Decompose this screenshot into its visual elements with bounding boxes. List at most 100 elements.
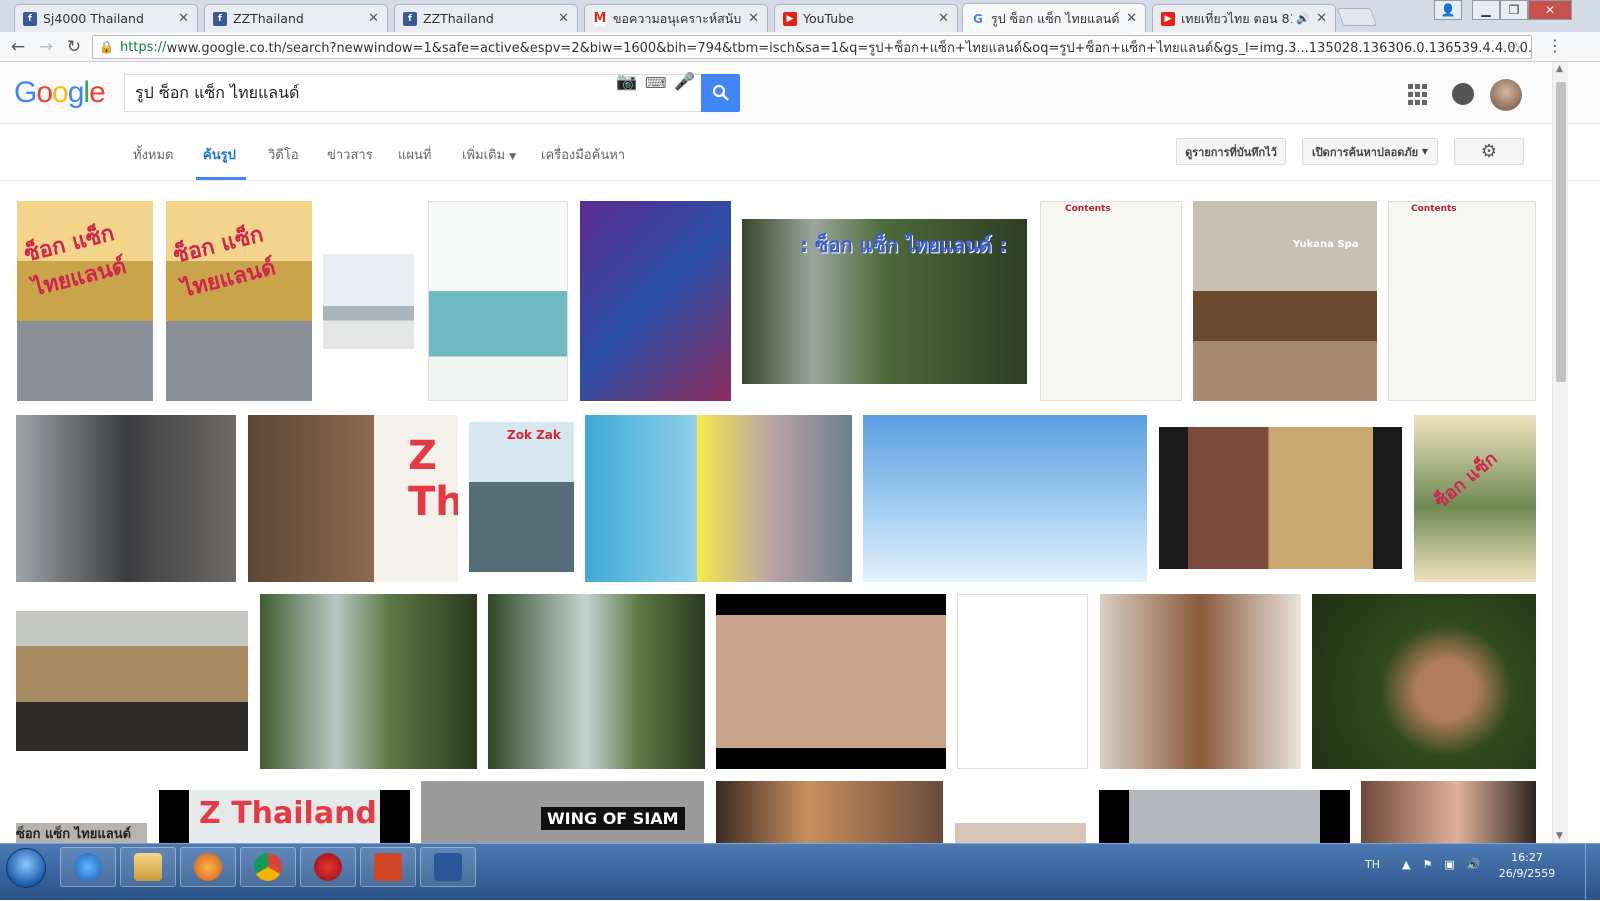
youtube-icon: ▶ (783, 11, 797, 26)
tab-all[interactable]: ทั้งหมด (133, 144, 174, 165)
image-result[interactable] (16, 415, 236, 582)
windows-taskbar: TH ▲ ⚑ ▣ 🔊 16:27 26/9/2559 (0, 843, 1600, 901)
microphone-icon[interactable]: 🎤 (674, 72, 695, 92)
image-result[interactable] (863, 415, 1147, 582)
file-explorer-icon[interactable] (120, 847, 176, 887)
image-result[interactable]: Z Thailand (159, 790, 410, 843)
minimize-button[interactable]: ▁ (1472, 0, 1500, 20)
image-result[interactable] (957, 594, 1088, 769)
bookmark-star-icon[interactable]: ☆ (1509, 38, 1523, 57)
browser-tab[interactable]: ▶ เทยเที่ยวไทย ตอน 81 - 🔊 ✕ (1152, 4, 1336, 32)
settings-button[interactable]: ⚙ (1454, 138, 1524, 165)
image-result[interactable]: Contents (1040, 201, 1182, 401)
image-result[interactable] (428, 201, 568, 401)
image-result[interactable] (585, 415, 852, 582)
image-result[interactable] (716, 594, 946, 769)
volume-icon[interactable]: 🔊 (1467, 858, 1481, 871)
image-result[interactable] (16, 611, 248, 751)
tab-maps[interactable]: แผนที่ (398, 144, 431, 165)
avatar[interactable] (1490, 79, 1522, 111)
image-result[interactable] (955, 823, 1086, 843)
image-result[interactable] (1361, 781, 1536, 843)
taskbar-clock[interactable]: 16:27 26/9/2559 (1492, 850, 1562, 882)
saved-items-button[interactable]: ดูรายการที่บันทึกไว้ (1176, 138, 1286, 165)
image-result[interactable]: WING OF SIAM (421, 781, 704, 843)
browser-menu-icon[interactable]: ⋮ (1545, 36, 1565, 55)
browser-tab[interactable]: ▶ YouTube ✕ (774, 4, 958, 32)
image-result[interactable] (580, 201, 731, 401)
tab-more-label: เพิ่มเติม (462, 148, 506, 163)
speaker-icon[interactable]: 🔊 (1296, 12, 1310, 25)
app-icon[interactable] (300, 847, 356, 887)
image-result[interactable] (260, 594, 477, 769)
safe-search-button[interactable]: เปิดการค้นหาปลอดภัย ▼ (1302, 138, 1438, 165)
image-result[interactable]: ซ็อก แซ็ก (1414, 415, 1536, 582)
new-tab-button[interactable] (1336, 8, 1378, 26)
search-tools[interactable]: เครื่องมือค้นหา (541, 144, 625, 165)
camera-icon[interactable]: 📷 (616, 72, 637, 92)
tab-images[interactable]: ค้นรูป (203, 144, 236, 165)
close-icon[interactable]: ✕ (558, 11, 569, 26)
scroll-down-icon[interactable]: ▼ (1556, 831, 1563, 841)
page-scrollbar[interactable]: ▲ ▼ (1552, 62, 1568, 843)
image-result[interactable] (488, 594, 705, 769)
maximize-button[interactable]: ❐ (1500, 0, 1528, 20)
tab-more[interactable]: เพิ่มเติม ▼ (462, 144, 516, 165)
apps-grid-icon[interactable] (1408, 84, 1430, 106)
address-bar[interactable]: 🔒 https://www.google.co.th/search?newwin… (92, 35, 1532, 59)
close-icon[interactable]: ✕ (178, 11, 189, 26)
keyboard-icon[interactable]: ⌨ (645, 74, 667, 92)
google-logo[interactable]: Google (14, 76, 106, 110)
thumbnail-caption: ซ็อก แซ็ก ไทยแลนด์ (171, 222, 279, 303)
user-profile-icon[interactable]: 👤 (1434, 0, 1462, 20)
word-icon[interactable] (420, 847, 476, 887)
image-result[interactable]: Z Thailand (248, 415, 458, 582)
google-icon: G (971, 11, 985, 26)
url-text: www.google.co.th/search?newwindow=1&safe… (166, 40, 1532, 56)
show-desktop-button[interactable] (1585, 844, 1600, 901)
language-indicator[interactable]: TH (1365, 858, 1380, 871)
back-button[interactable]: ← (6, 36, 30, 58)
browser-tab[interactable]: f ZZThailand ✕ (394, 4, 578, 32)
image-result[interactable] (1312, 594, 1536, 769)
browser-tab[interactable]: f Sj4000 Thailand ✕ (14, 4, 198, 32)
browser-tab[interactable]: f ZZThailand ✕ (204, 4, 388, 32)
close-icon[interactable]: ✕ (1126, 11, 1137, 26)
image-result[interactable]: : ซ็อก แซ็ก ไทยแลนด์ : (742, 219, 1027, 384)
image-result[interactable]: ซ็อก แซ็ก ไทยแลนด์ (16, 823, 147, 843)
network-icon[interactable]: ▣ (1444, 858, 1454, 871)
image-result[interactable]: ซ็อก แซ็ก ไทยแลนด์ (17, 201, 153, 401)
search-button[interactable] (701, 74, 740, 112)
tab-videos[interactable]: วิดีโอ (268, 144, 299, 165)
close-icon[interactable]: ✕ (748, 11, 759, 26)
tab-news[interactable]: ข่าวสาร (327, 144, 373, 165)
notifications-icon[interactable] (1452, 83, 1474, 105)
close-icon[interactable]: ✕ (368, 11, 379, 26)
image-result[interactable] (1099, 790, 1350, 843)
media-player-icon[interactable] (180, 847, 236, 887)
close-window-button[interactable]: ✕ (1528, 0, 1572, 20)
image-result[interactable] (716, 781, 943, 843)
forward-button[interactable]: → (34, 36, 58, 58)
image-result[interactable]: ซ็อก แซ็ก ไทยแลนด์ (166, 201, 312, 401)
chevron-up-icon[interactable]: ▲ (1402, 858, 1410, 871)
image-result[interactable]: Yukana Spa (1193, 201, 1377, 401)
reload-button[interactable]: ↻ (62, 36, 86, 58)
close-icon[interactable]: ✕ (938, 11, 949, 26)
close-icon[interactable]: ✕ (1316, 11, 1327, 26)
image-result[interactable]: Contents (1388, 201, 1536, 401)
windows-start-button[interactable] (6, 848, 46, 888)
scroll-thumb[interactable] (1556, 82, 1566, 382)
image-result[interactable] (1159, 427, 1402, 569)
internet-explorer-icon[interactable] (60, 847, 116, 887)
chrome-icon[interactable] (240, 847, 296, 887)
powerpoint-icon[interactable] (360, 847, 416, 887)
image-result[interactable] (1100, 594, 1301, 769)
clock-time: 16:27 (1511, 851, 1543, 864)
browser-tab[interactable]: M ขอความอนุเคราะห์สนับสนุน ✕ (584, 4, 768, 32)
image-result[interactable] (323, 254, 414, 349)
browser-tab-active[interactable]: G รูป ซ็อก แซ็ก ไทยแลนด์ - ค้ ✕ (962, 3, 1146, 33)
flag-icon[interactable]: ⚑ (1422, 858, 1432, 871)
image-result[interactable]: Zok Zak (469, 422, 574, 572)
scroll-up-icon[interactable]: ▲ (1556, 64, 1563, 74)
